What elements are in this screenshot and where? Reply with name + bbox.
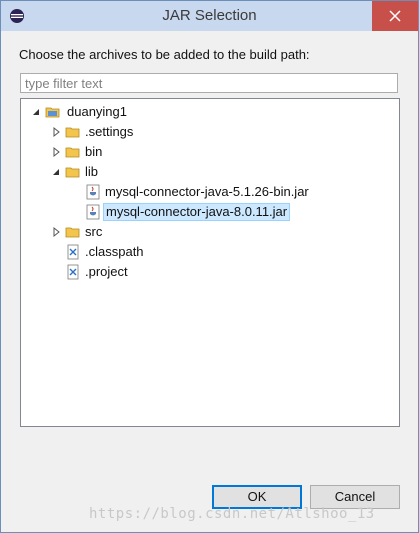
tree-item-label: .project	[85, 264, 128, 279]
jar-icon	[86, 204, 100, 220]
tree-item-label: mysql-connector-java-5.1.26-bin.jar	[105, 184, 309, 199]
collapsed-arrow-icon	[53, 226, 60, 238]
xml-file-icon	[67, 264, 79, 280]
watermark: https://blog.csdn.net/Atlshoo_13	[89, 506, 375, 522]
folder-icon	[65, 147, 80, 158]
close-icon	[389, 10, 401, 22]
close-button[interactable]	[372, 1, 418, 31]
project-folder-icon	[45, 107, 60, 118]
title-bar[interactable]: JAR Selection	[1, 1, 418, 31]
jar-icon	[86, 184, 100, 200]
collapsed-arrow-icon	[53, 146, 60, 158]
folder-icon	[65, 127, 80, 138]
folder-icon	[65, 167, 80, 178]
jar-selection-dialog: JAR Selection Choose the archives to be …	[0, 0, 419, 533]
dialog-title: JAR Selection	[162, 7, 257, 24]
expanded-arrow-icon	[53, 169, 59, 175]
tree-item-label: bin	[85, 144, 103, 159]
filter-input[interactable]	[20, 73, 398, 93]
tree-item-label: .settings	[85, 124, 134, 139]
folder-icon	[65, 227, 80, 238]
tree-item-label: lib	[85, 164, 99, 179]
tree-item-label: duanying1	[67, 104, 127, 119]
collapsed-arrow-icon	[53, 126, 60, 138]
xml-file-icon	[67, 244, 79, 260]
tree-item-label: src	[85, 224, 103, 239]
tree-item-label: mysql-connector-java-8.0.11.jar	[103, 203, 291, 221]
instructions-label: Choose the archives to be added to the b…	[19, 47, 310, 62]
tree-item-label: .classpath	[85, 244, 144, 259]
expanded-arrow-icon	[33, 109, 39, 115]
archive-tree[interactable]: duanying1 .settings bin lib mysql-connec…	[20, 98, 400, 427]
